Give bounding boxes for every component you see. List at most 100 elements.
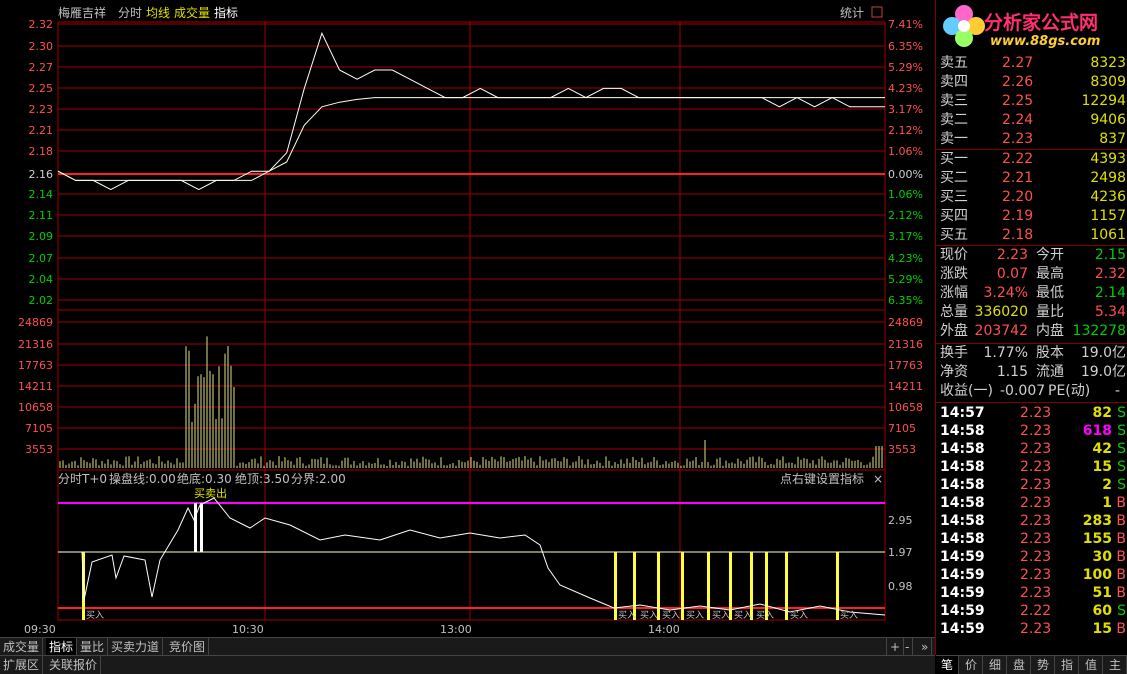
menu-avg-line[interactable]: 均线	[146, 6, 170, 20]
buy-mark: 买入	[662, 610, 680, 621]
tab-auction-chart[interactable]: 竞价图	[166, 638, 210, 656]
price-tick: 2.30	[29, 40, 54, 53]
right-tab[interactable]: 指	[1056, 656, 1079, 674]
right-tab[interactable]: 值	[1080, 656, 1103, 674]
signal-bar	[657, 552, 660, 620]
logo-title: 分析家公式网	[984, 12, 1099, 34]
indicator-param-2: 绝顶:3.50	[235, 471, 290, 486]
price-tick: 2.07	[29, 252, 54, 265]
ask-volume: 8323	[1090, 55, 1126, 71]
volume-tick: 10658	[18, 401, 53, 414]
trade-row: 14:58 2.23 618 S	[936, 422, 1127, 441]
signal-bar	[633, 552, 636, 620]
intraday-chart[interactable]: 买入 买入 买入 买入 买入 买入 买入 买入 买入 买入 梅雁吉祥 分时 均线 成交量 指标 统…	[0, 0, 935, 655]
bid-price: 2.18	[1002, 227, 1034, 243]
trade-price: 2.22	[1020, 603, 1052, 619]
stat-value: 5.34	[1094, 304, 1126, 320]
volume-tick: 17763	[18, 359, 53, 372]
volume-tick: 10658	[888, 401, 923, 414]
trade-volume: 42	[1092, 441, 1112, 457]
tab-buy-sell-force[interactable]: 买卖力道	[108, 638, 164, 656]
right-tab[interactable]: 主	[1104, 656, 1127, 674]
right-tab[interactable]: 细	[984, 656, 1007, 674]
pe-label: PE(动)	[1048, 383, 1091, 399]
buy-mark: 买入	[712, 610, 730, 621]
buy-mark: 买入	[686, 610, 704, 621]
tab-indicator[interactable]: 指标	[46, 638, 78, 656]
price-tick: 2.16	[29, 168, 54, 181]
volume-tick: 3553	[25, 443, 53, 456]
trade-volume: 283	[1082, 513, 1112, 529]
bid-label: 买二	[940, 170, 968, 186]
price-tick: 2.27	[29, 61, 54, 74]
buy-mark: 买入	[756, 610, 774, 621]
stat-value: 2.23	[996, 247, 1028, 263]
trade-price: 2.23	[1020, 513, 1052, 529]
trade-side: S	[1117, 459, 1126, 475]
volume-tick: 17763	[888, 359, 923, 372]
volume-tick: 24869	[18, 316, 53, 329]
tab-volume[interactable]: 成交量	[0, 638, 44, 656]
percent-tick: 7.41%	[888, 18, 923, 31]
price-tick: 2.25	[29, 82, 54, 95]
stat-row: 总量 336020 量比 5.34	[936, 303, 1127, 322]
right-tab[interactable]: 笔	[936, 656, 959, 674]
buy-mark: 买入	[790, 610, 808, 621]
volume-tick: 21316	[18, 338, 53, 351]
ask-label: 卖四	[940, 74, 968, 90]
ask-volume: 9406	[1090, 112, 1126, 128]
stat-value: 19.0亿	[1080, 345, 1126, 361]
indicator-settings-hint[interactable]: 点右键设置指标	[780, 471, 864, 486]
right-tab[interactable]: 势	[1032, 656, 1055, 674]
trade-time: 14:58	[940, 495, 985, 511]
stat-value: 1.77%	[983, 345, 1028, 361]
trade-time: 14:59	[940, 621, 985, 637]
expand-button[interactable]: »	[918, 638, 933, 656]
trade-side: B	[1116, 585, 1126, 601]
site-logo: 分析家公式网 www.88gs.com	[936, 0, 1127, 54]
stat-value: 2.15	[1094, 247, 1126, 263]
stat-label: 净资	[940, 364, 968, 380]
tab-related-quotes[interactable]: 关联报价	[46, 656, 102, 674]
menu-fenshi[interactable]: 分时	[118, 6, 142, 20]
trade-volume: 618	[1082, 423, 1112, 439]
trade-time: 14:57	[940, 405, 985, 421]
indicator-close-icon[interactable]: ×	[873, 472, 883, 486]
right-tab[interactable]: 价	[960, 656, 983, 674]
signal-bar	[707, 552, 710, 620]
ask-label: 卖一	[940, 131, 968, 147]
volume-tick: 14211	[18, 380, 53, 393]
price-tick: 2.18	[29, 145, 54, 158]
stock-name: 梅雁吉祥	[58, 5, 106, 20]
stats-button[interactable]: 统计	[840, 6, 864, 20]
right-tab[interactable]: 盘	[1008, 656, 1031, 674]
trade-side: S	[1117, 405, 1126, 421]
volume-tick: 3553	[888, 443, 916, 456]
tab-volume-ratio[interactable]: 量比	[77, 638, 109, 656]
trade-row: 14:58 2.23 15 S	[936, 458, 1127, 477]
trade-volume: 15	[1092, 459, 1112, 475]
buy-mark: 买入	[640, 610, 658, 621]
percent-tick: 6.35%	[888, 294, 923, 307]
signal-bar	[614, 552, 617, 620]
ask-price: 2.27	[1002, 55, 1034, 71]
stat-value: 2.32	[1094, 266, 1126, 282]
trade-price: 2.23	[1020, 531, 1052, 547]
stat-label: 流通	[1036, 364, 1064, 380]
bid-volume: 4393	[1090, 151, 1126, 167]
trade-side: B	[1116, 549, 1126, 565]
right-tab-bar: 笔价细盘势指值主	[936, 655, 1127, 674]
percent-tick: 3.17%	[888, 230, 923, 243]
indicator-param-0: 操盘线:0.00	[109, 471, 176, 486]
percent-tick: 4.23%	[888, 252, 923, 265]
stat-value: 1.15	[996, 364, 1028, 380]
menu-volume[interactable]: 成交量	[174, 5, 210, 20]
trade-volume: 100	[1082, 567, 1112, 583]
bid-row: 买三 2.20 4236	[936, 188, 1127, 207]
signal-bar	[681, 552, 684, 620]
tab-extension-area[interactable]: 扩展区	[0, 656, 44, 674]
logo-url[interactable]: www.88gs.com	[990, 34, 1100, 49]
zoom-out-button[interactable]: -	[902, 638, 914, 656]
menu-indicator[interactable]: 指标	[214, 5, 238, 20]
trade-row: 14:58 2.23 283 B	[936, 512, 1127, 531]
